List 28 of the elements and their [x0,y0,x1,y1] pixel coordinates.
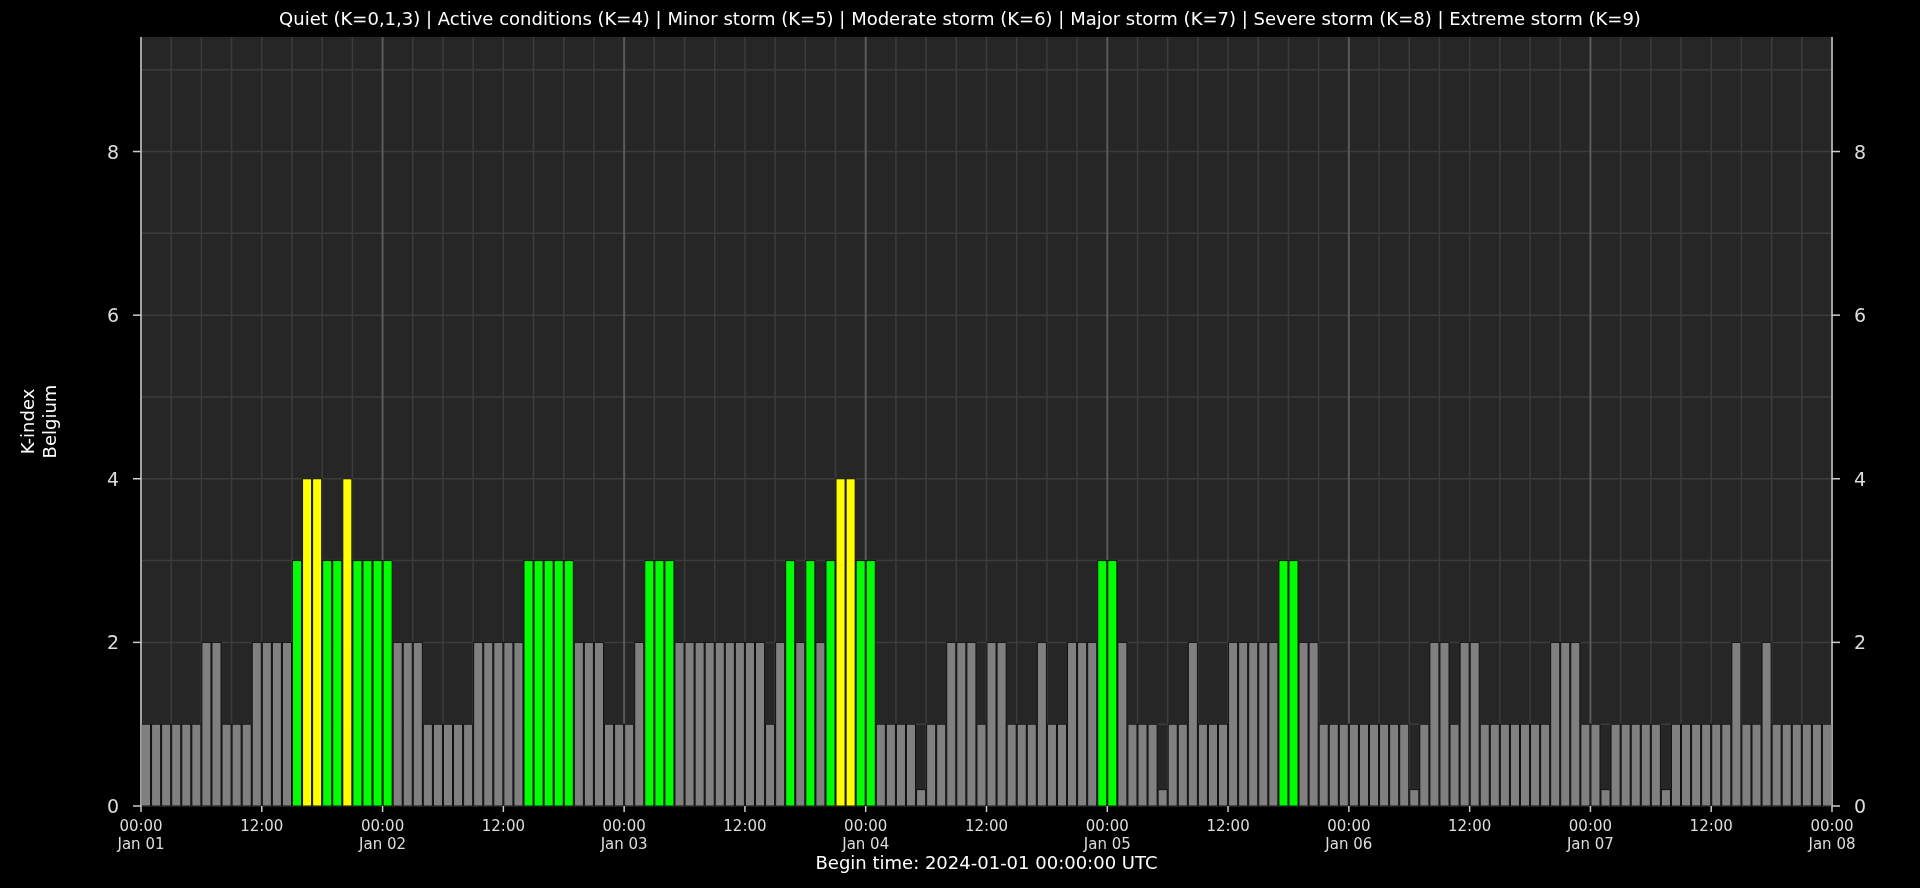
x-tick-label: 00:00 Jan 05 [1083,817,1131,853]
y-tick-label: 8 [1854,140,1867,163]
x-tick-label: 00:00 Jan 07 [1566,817,1614,853]
x-axis-label: Begin time: 2024-01-01 00:00:00 UTC [815,852,1158,873]
x-tick-label: 00:00 Jan 04 [842,817,890,853]
y-tick-label: 0 [106,795,119,817]
legend-title: Quiet (K=0,1,3) | Active conditions (K=4) | Minor storm (K=5) | Moderate storm (K=6) | Major storm (K=7) | Severe storm (K=8) | Extreme storm (K=9) [279,8,1641,29]
y-tick-label: 4 [106,467,119,490]
x-tick-label: 12:00 [964,817,1009,835]
x-tick-label: 12:00 [1689,817,1733,835]
y-tick-label: 8 [106,140,119,163]
x-tick-label: 00:00 Jan 02 [359,817,407,853]
y-tick-label: 6 [106,304,119,327]
x-tick-label: 12:00 [1206,817,1250,835]
y-tick-label: 2 [1854,631,1867,654]
y-tick-label: 0 [1854,795,1867,817]
y-axis-label: K-index Belgium [17,384,60,459]
y-tick-label: 4 [1854,467,1867,490]
x-tick-label: 12:00 [723,817,767,835]
x-tick-label: 00:00 Jan 03 [600,817,648,853]
y-tick-label: 6 [1854,304,1867,327]
x-tick-label: 00:00 Jan 08 [1808,817,1856,853]
y-tick-label: 2 [106,631,119,654]
x-tick-label: 12:00 [1448,817,1492,835]
x-tick-label: 00:00 Jan 06 [1325,817,1373,853]
x-tick-label: 12:00 [481,817,525,835]
x-tick-label: 00:00 Jan 01 [117,817,165,853]
x-tick-label: 12:00 [240,817,284,835]
